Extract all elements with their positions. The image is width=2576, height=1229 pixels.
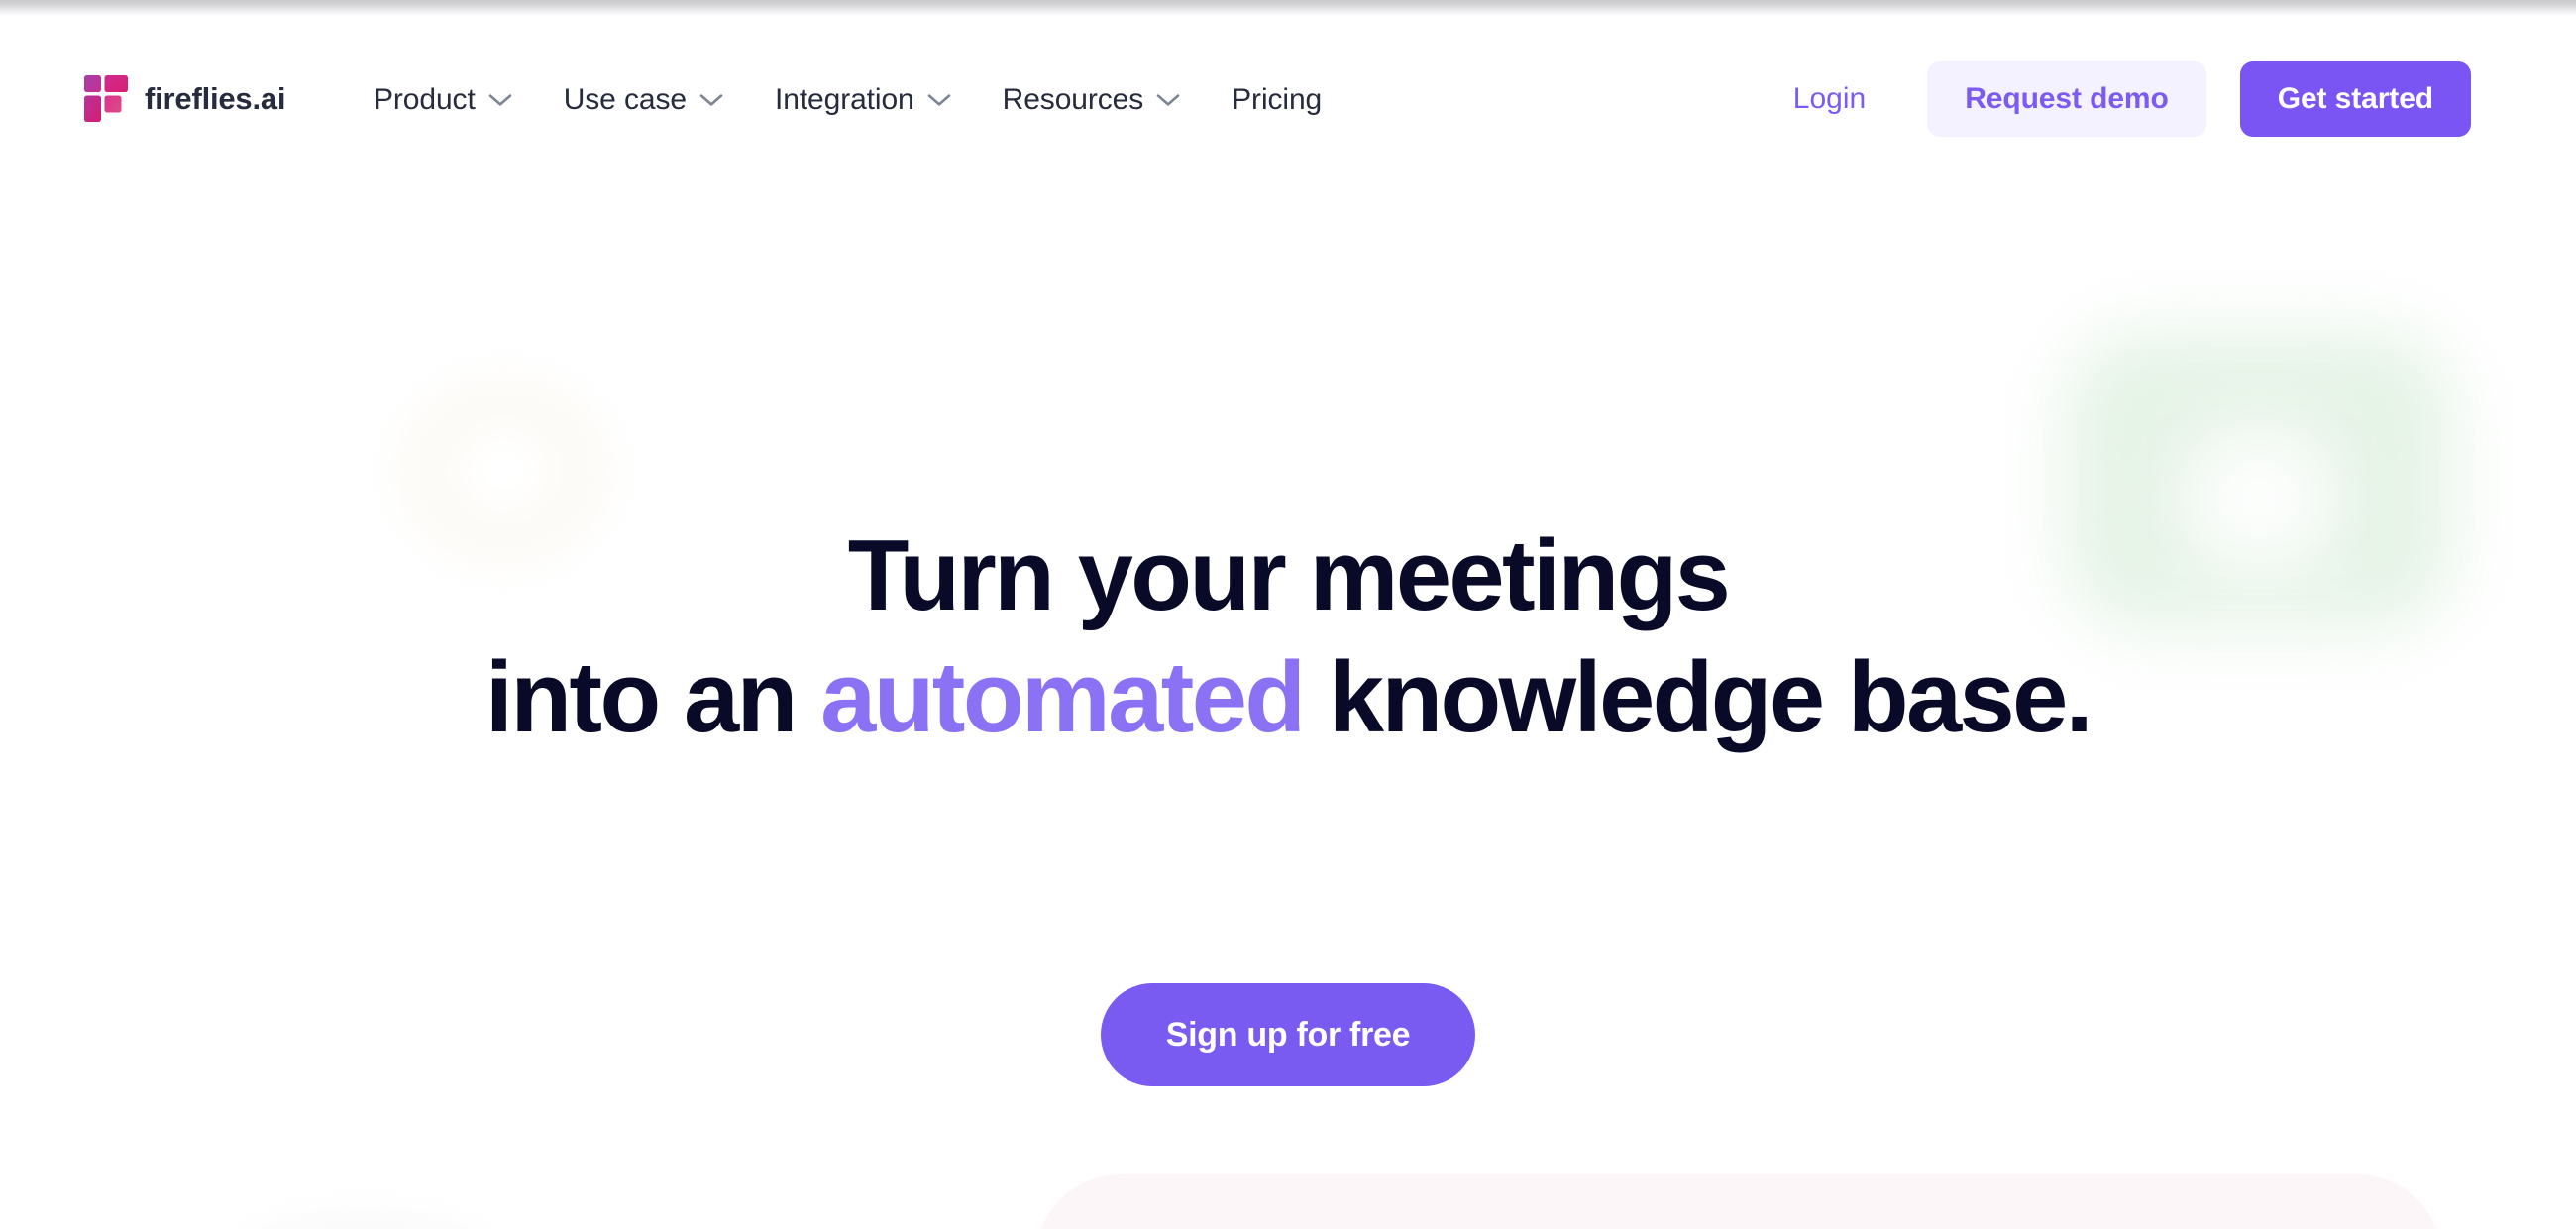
- site-header: fireflies.ai Product Use case Integratio…: [0, 16, 2576, 161]
- nav-item-pricing[interactable]: Pricing: [1232, 77, 1322, 123]
- nav-item-label: Pricing: [1232, 83, 1323, 116]
- hero-heading: Turn your meetings into an automated kno…: [0, 515, 2576, 759]
- brand-name: fireflies.ai: [145, 80, 286, 116]
- nav-item-label: Product: [374, 83, 476, 116]
- browser-chrome-edge: [0, 0, 2576, 16]
- chevron-down-icon: [927, 93, 951, 107]
- main-navigation: Product Use case Integration Resources P…: [374, 77, 1322, 123]
- nav-item-integration[interactable]: Integration: [775, 77, 951, 123]
- brand-logo-link[interactable]: fireflies.ai: [84, 75, 286, 122]
- chevron-down-icon: [1156, 93, 1180, 107]
- get-started-button[interactable]: Get started: [2239, 61, 2471, 137]
- chevron-down-icon: [699, 93, 723, 107]
- nav-item-label: Resources: [1002, 83, 1144, 116]
- login-link[interactable]: Login: [1793, 82, 1866, 116]
- pink-bottom-blob-decoration: [1035, 1174, 2442, 1229]
- hero-section: Turn your meetings into an automated kno…: [0, 515, 2576, 1086]
- page-root: fireflies.ai Product Use case Integratio…: [0, 0, 2576, 1229]
- sign-up-for-free-button[interactable]: Sign up for free: [1100, 983, 1476, 1086]
- nav-item-use-case[interactable]: Use case: [564, 77, 723, 123]
- header-actions: Login Request demo Get started: [1793, 61, 2471, 137]
- hero-cta-wrapper: Sign up for free: [0, 983, 2576, 1086]
- nav-item-product[interactable]: Product: [374, 77, 512, 123]
- bottom-left-blob-decoration: [216, 1207, 513, 1229]
- nav-item-label: Integration: [774, 83, 914, 116]
- request-demo-button[interactable]: Request demo: [1927, 61, 2206, 137]
- hero-heading-line-2-after: knowledge base.: [1303, 642, 2093, 754]
- hero-heading-line-2-before: into an: [484, 642, 821, 754]
- fireflies-f-logo-icon: [84, 75, 128, 122]
- chevron-down-icon: [488, 93, 512, 107]
- hero-heading-line-1: Turn your meetings: [847, 520, 1731, 631]
- nav-item-label: Use case: [563, 83, 687, 116]
- nav-item-resources[interactable]: Resources: [1003, 77, 1181, 123]
- hero-heading-accent-word: automated: [820, 642, 1306, 754]
